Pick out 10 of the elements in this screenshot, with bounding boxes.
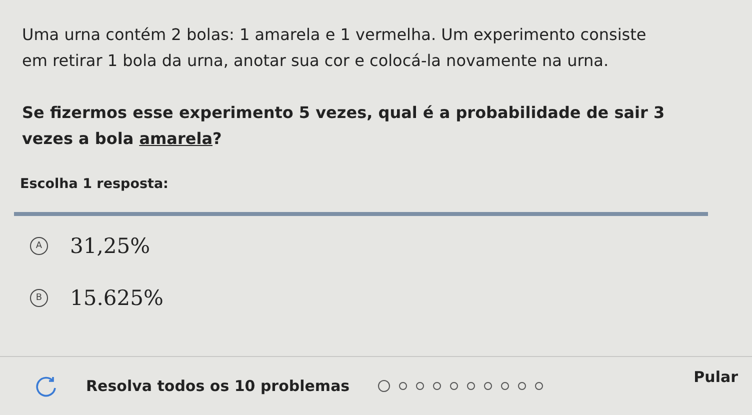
answer-prompt: Escolha 1 resposta:: [20, 176, 170, 192]
question-text: Se fizermos esse experimento 5 vezes, qual é a probabilidade de sair 3 vezes a bola amarela?: [22, 102, 666, 150]
progress-label: Resolva todos os 10 problemas: [86, 377, 350, 395]
skip-button[interactable]: Pular: [694, 368, 738, 386]
choice-letter[interactable]: A: [30, 237, 48, 255]
choice-letter[interactable]: B: [30, 289, 48, 307]
choice-text[interactable]: 31,25%: [70, 234, 150, 258]
choice-text[interactable]: 15.625%: [70, 286, 164, 310]
problem-statement: Uma urna contém 2 bolas: 1 amarela e 1 vermelha. Um experimento consiste em retirar 1 bola da urna, anotar sua cor e colocá-la novamente na urna.: [22, 24, 648, 72]
refresh-icon[interactable]: [34, 374, 58, 398]
